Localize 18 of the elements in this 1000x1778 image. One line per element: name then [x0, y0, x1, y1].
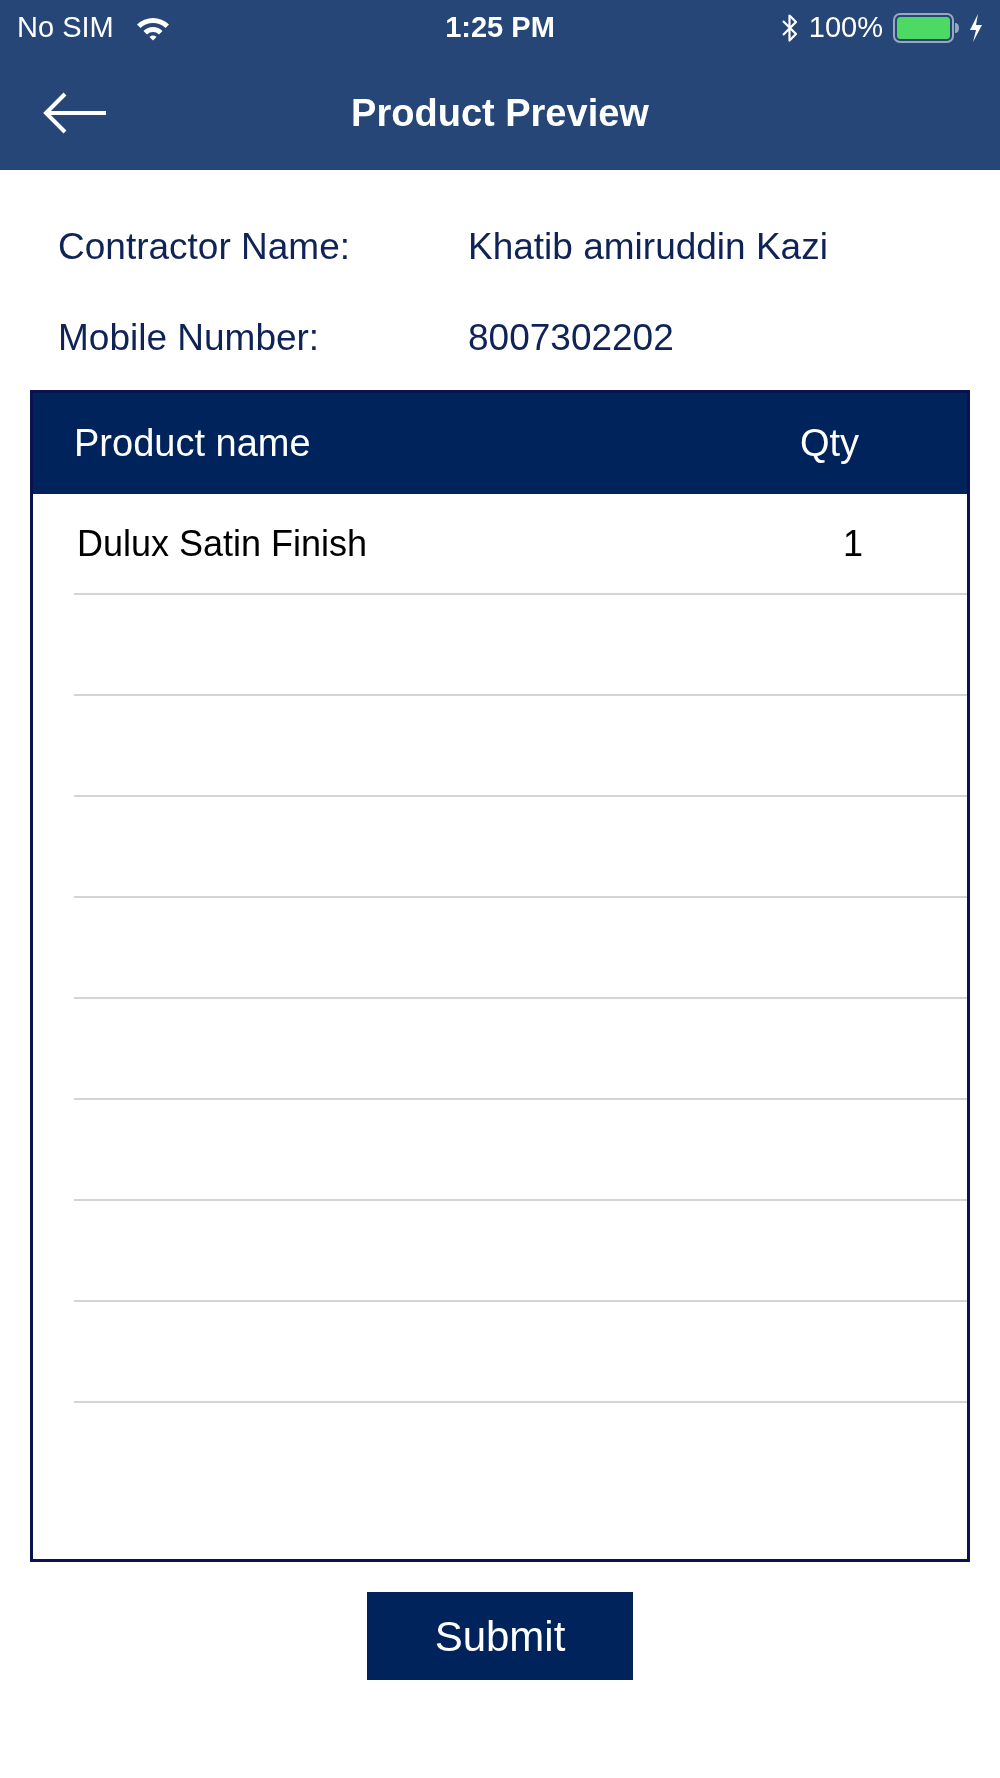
- battery-percent-text: 100%: [808, 10, 883, 46]
- bluetooth-icon: [780, 13, 799, 43]
- submit-button[interactable]: Submit: [367, 1592, 633, 1680]
- back-arrow-icon: [42, 91, 108, 135]
- column-header: Product name: [73, 421, 312, 466]
- carrier-text: No SIM: [17, 10, 114, 46]
- clock-text: 1:25 PM: [445, 10, 555, 46]
- field-value: 8007302202: [468, 315, 674, 360]
- charging-bolt-icon: [969, 14, 983, 42]
- table-cell-text: Dulux Satin Finish: [76, 521, 369, 566]
- field-value: Khatib amiruddin Kazi: [468, 225, 828, 269]
- field-label: Contractor Name:: [58, 225, 351, 269]
- column-header: Qty: [800, 421, 861, 466]
- screen-title: Product Preview: [351, 90, 649, 136]
- battery-icon: [893, 13, 959, 43]
- field-label: Mobile Number:: [58, 315, 321, 360]
- wifi-icon: [135, 15, 170, 41]
- table-cell-text: 1: [843, 521, 865, 566]
